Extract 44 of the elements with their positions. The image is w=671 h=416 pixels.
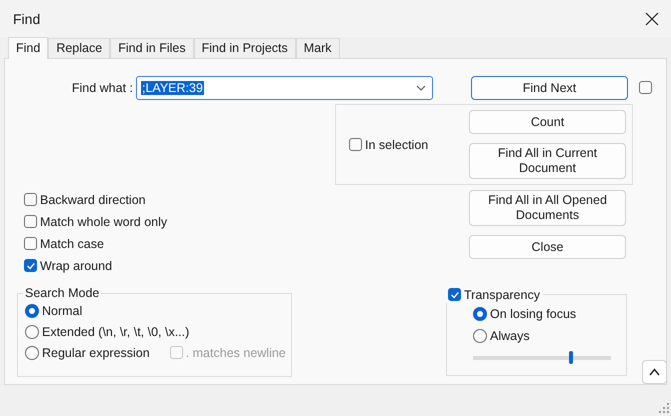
chevron-up-icon (649, 368, 660, 376)
radio-button[interactable] (25, 324, 39, 338)
checkbox-label: Wrap around (40, 258, 112, 272)
radio-button[interactable] (25, 304, 39, 318)
radio-label: Regular expression (42, 346, 150, 360)
radio-button[interactable] (473, 306, 487, 320)
action-button[interactable]: Find All in Current Document (469, 143, 626, 179)
tab[interactable]: Mark (296, 38, 340, 58)
radio-label: Extended (\n, \r, \t, \0, \x...) (42, 324, 190, 338)
radio-label: On losing focus (490, 306, 576, 320)
checkbox[interactable] (24, 259, 37, 272)
find-what-combobox[interactable]: ;LAYER:39 (136, 76, 433, 100)
window-title: Find (13, 10, 40, 26)
checkbox-label: Match whole word only (40, 214, 168, 228)
caret-icon[interactable] (416, 85, 426, 91)
checkbox[interactable] (349, 138, 362, 151)
collapse-button[interactable] (642, 360, 667, 384)
resize-grip-icon[interactable] (659, 403, 669, 413)
tab[interactable]: Find in Files (110, 38, 194, 58)
checkbox-label: Match case (40, 236, 104, 250)
radio-label: Always (490, 328, 530, 342)
action-button[interactable]: Count (469, 110, 626, 134)
find-next-button[interactable]: Find Next (471, 76, 628, 100)
checkbox[interactable] (639, 81, 652, 94)
radio-button[interactable] (25, 346, 39, 360)
tab[interactable]: Find (8, 37, 48, 59)
tab[interactable]: Replace (48, 38, 110, 58)
checkbox-label: Backward direction (40, 192, 146, 206)
find-what-label: Find what : (70, 81, 133, 95)
checkbox[interactable] (24, 193, 37, 206)
radio-button[interactable] (473, 328, 487, 342)
checkbox[interactable] (448, 288, 461, 301)
group-title: Search Mode (24, 286, 100, 300)
checkbox-label: Transparency (464, 288, 540, 302)
radio-label: Normal (42, 304, 82, 318)
action-button[interactable]: Close (469, 235, 626, 259)
checkbox-label: . matches newline (186, 346, 286, 360)
tab[interactable]: Find in Projects (194, 38, 296, 58)
checkbox[interactable] (24, 237, 37, 250)
checkbox[interactable] (24, 215, 37, 228)
close-icon[interactable] (645, 12, 659, 26)
slider-thumb[interactable] (568, 351, 573, 364)
checkbox-label: In selection (365, 138, 428, 152)
action-button[interactable]: Find All in All Opened Documents (469, 190, 626, 226)
